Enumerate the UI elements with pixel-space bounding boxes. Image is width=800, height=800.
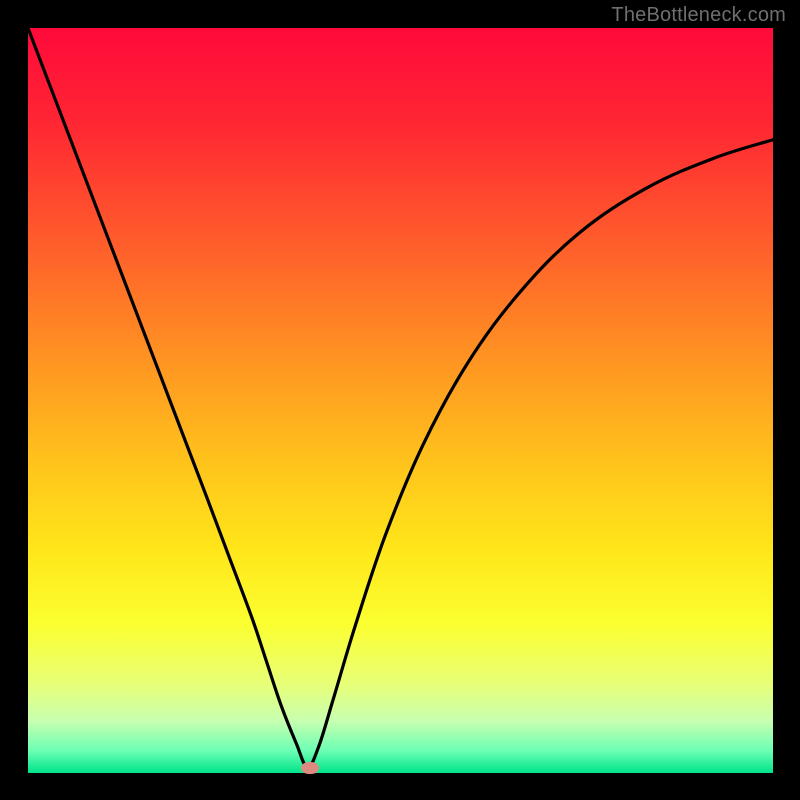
minimum-marker [301,762,319,774]
watermark-label: TheBottleneck.com [611,4,786,27]
bottleneck-curve-path [28,28,773,767]
line-series [28,28,773,773]
chart-frame: TheBottleneck.com [0,0,800,800]
plot-area [28,28,773,773]
